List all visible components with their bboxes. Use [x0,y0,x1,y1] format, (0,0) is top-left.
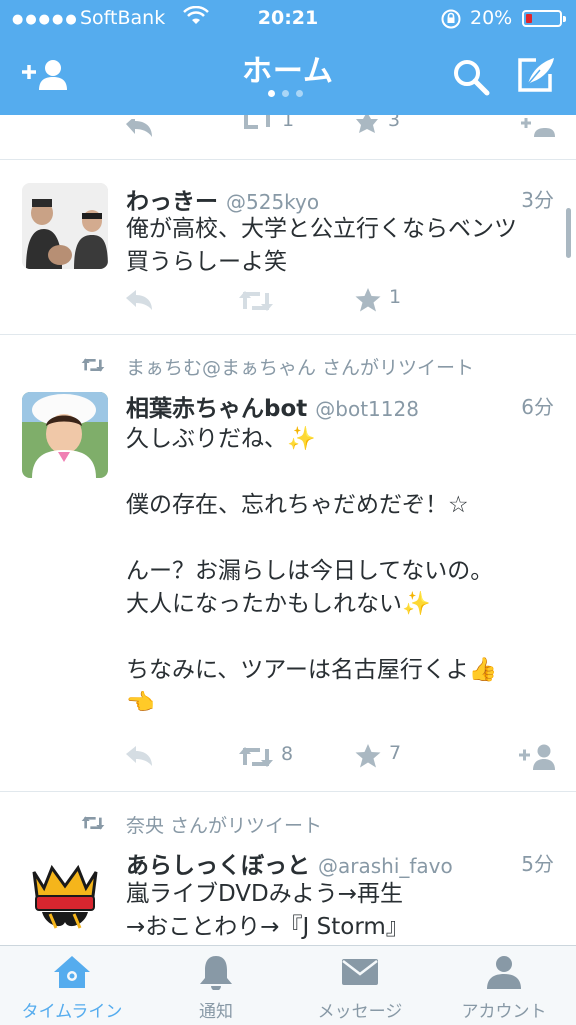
page-dot [268,90,275,97]
avatar[interactable] [22,392,108,478]
tweet-author[interactable]: あらしっくぼっと @arashi_favo [126,846,453,880]
avatar[interactable] [22,183,108,269]
favorite-count: 3 [388,115,401,131]
nav-header: ●●●●● SoftBank 20:21 20% ホーム [0,0,576,115]
tweet-text: 俺が高校、大学と公立行くならベンツ 買うらしーよ笑 [126,216,517,275]
avatar-photo-icon [22,392,108,478]
compose-icon[interactable] [516,56,556,94]
avatar[interactable] [22,848,108,934]
scrollbar[interactable] [566,208,571,258]
retweet-icon[interactable] [240,115,274,133]
divider [0,334,576,335]
reply-icon[interactable] [124,289,154,311]
display-name: 相葉赤ちゃんbot [126,396,308,422]
favorite-icon[interactable] [354,115,380,135]
search-icon[interactable] [452,58,490,96]
page-dot [296,90,303,97]
follow-icon[interactable] [520,117,556,137]
battery-icon [522,10,566,27]
tab-label: タイムライン [21,1002,123,1022]
favorite-count: 7 [389,742,402,764]
user-handle: @525kyo [226,190,320,214]
tab-label: 通知 [199,1002,233,1022]
retweet-icon[interactable] [238,289,274,313]
retweeted-by[interactable]: まぁちむ@まぁちゃん さんがリツイート [126,353,474,380]
battery-percent: 20% [470,7,513,29]
retweet-count: 1 [282,115,295,131]
tweet-author[interactable]: わっきー @525kyo [126,182,319,216]
home-icon [54,956,90,988]
display-name: あらしっくぼっと [126,853,310,879]
reply-icon[interactable] [124,119,154,137]
reply-icon[interactable] [124,745,154,767]
favorite-icon[interactable] [354,287,382,313]
divider [0,159,576,160]
tab-label: メッセージ [317,1002,403,1022]
user-handle: @bot1128 [315,397,419,421]
tab-account[interactable]: アカウント [432,946,576,1025]
retweeted-by[interactable]: 奈央 さんがリツイート [126,811,322,838]
retweet-icon[interactable] [238,745,274,769]
tab-bar: タイムライン 通知 メッセージ アカウント [0,945,576,1025]
bell-icon [200,956,232,990]
display-name: わっきー [126,189,218,215]
crown-logo-icon [32,864,98,929]
tab-notifications[interactable]: 通知 [144,946,288,1025]
tweet-time: 3分 [521,188,554,212]
envelope-icon [342,959,378,985]
retweet-indicator-icon [81,358,105,372]
status-bar: ●●●●● SoftBank 20:21 20% [0,0,576,38]
tweet-time: 6分 [521,395,554,419]
tweet-time: 5分 [521,852,554,876]
tweet-author[interactable]: 相葉赤ちゃんbot @bot1128 [126,389,419,423]
tab-timeline[interactable]: タイムライン [0,946,144,1025]
avatar-photo-icon [22,183,108,269]
tweet-text: 嵐ライブDVDみよう→再生 →おことわり→『J Storm』 [126,881,409,940]
tab-label: アカウント [461,1002,547,1022]
divider [0,791,576,792]
retweet-count: 8 [281,743,294,765]
user-handle: @arashi_favo [318,854,453,878]
person-icon [487,956,521,989]
tab-messages[interactable]: メッセージ [288,946,432,1025]
tweet-text: 久しぶりだね、✨ 僕の存在、忘れちゃだめだぞ！☆ んー？お漏らしは今日してないの… [126,426,498,716]
favorite-count: 1 [389,286,402,308]
rotation-lock-icon [441,9,461,29]
favorite-icon[interactable] [354,743,382,769]
timeline[interactable]: 1 3 わっきー @525kyo 3分 俺が高校、大学と公立行くならベンツ 買うら… [0,115,576,945]
page-indicator [268,90,308,98]
retweet-indicator-icon [81,816,105,830]
follow-icon[interactable] [518,743,556,771]
page-dot [282,90,289,97]
